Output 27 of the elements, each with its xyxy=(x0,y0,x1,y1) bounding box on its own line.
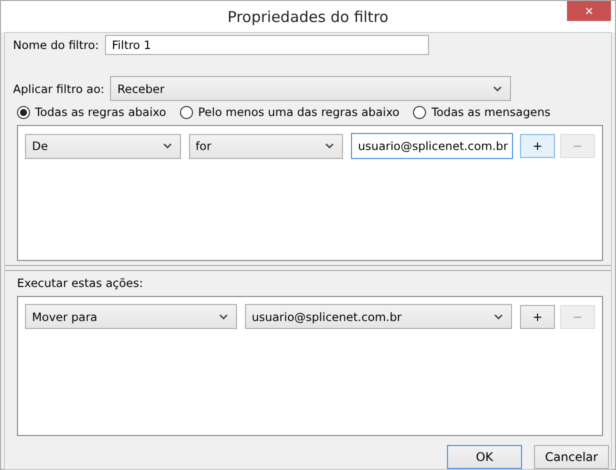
radio-button[interactable] xyxy=(17,106,30,118)
field-dropdown[interactable]: De xyxy=(25,134,180,158)
target-dropdown[interactable]: usuario@splicenet.com.br xyxy=(244,304,512,329)
value-field[interactable]: usuario@splicenet.com.br xyxy=(351,133,513,159)
caret-icon xyxy=(494,314,503,320)
radio-button[interactable] xyxy=(413,106,426,118)
section-label: Executar estas ações: xyxy=(17,276,144,290)
caret-icon xyxy=(493,86,502,92)
field-label: Aplicar filtro ao: xyxy=(13,82,104,96)
add-button[interactable]: + xyxy=(520,134,555,158)
radio-label[interactable]: Pelo menos uma das regras abaixo xyxy=(198,105,400,119)
window-title: Propriedades do filtro xyxy=(228,8,388,26)
close-button[interactable]: ✕ xyxy=(567,1,611,21)
ok-button[interactable]: OK xyxy=(447,445,522,469)
radio-label[interactable]: Todas as mensagens xyxy=(431,105,550,119)
apply-dropdown[interactable]: Receber xyxy=(110,76,512,101)
radio-button[interactable] xyxy=(180,106,194,118)
radio-label[interactable]: Todas as regras abaixo xyxy=(35,105,166,119)
cancel-button[interactable]: Cancelar xyxy=(534,445,609,469)
name-field[interactable]: Filtro 1 xyxy=(104,35,429,55)
field-label: Nome do filtro: xyxy=(13,38,99,52)
operator-dropdown[interactable]: for xyxy=(188,134,343,158)
caret-icon xyxy=(218,314,228,320)
caret-icon xyxy=(325,143,334,149)
caret-icon xyxy=(162,143,172,149)
add-button[interactable]: + xyxy=(520,304,555,328)
action-dropdown[interactable]: Mover para xyxy=(25,304,237,329)
